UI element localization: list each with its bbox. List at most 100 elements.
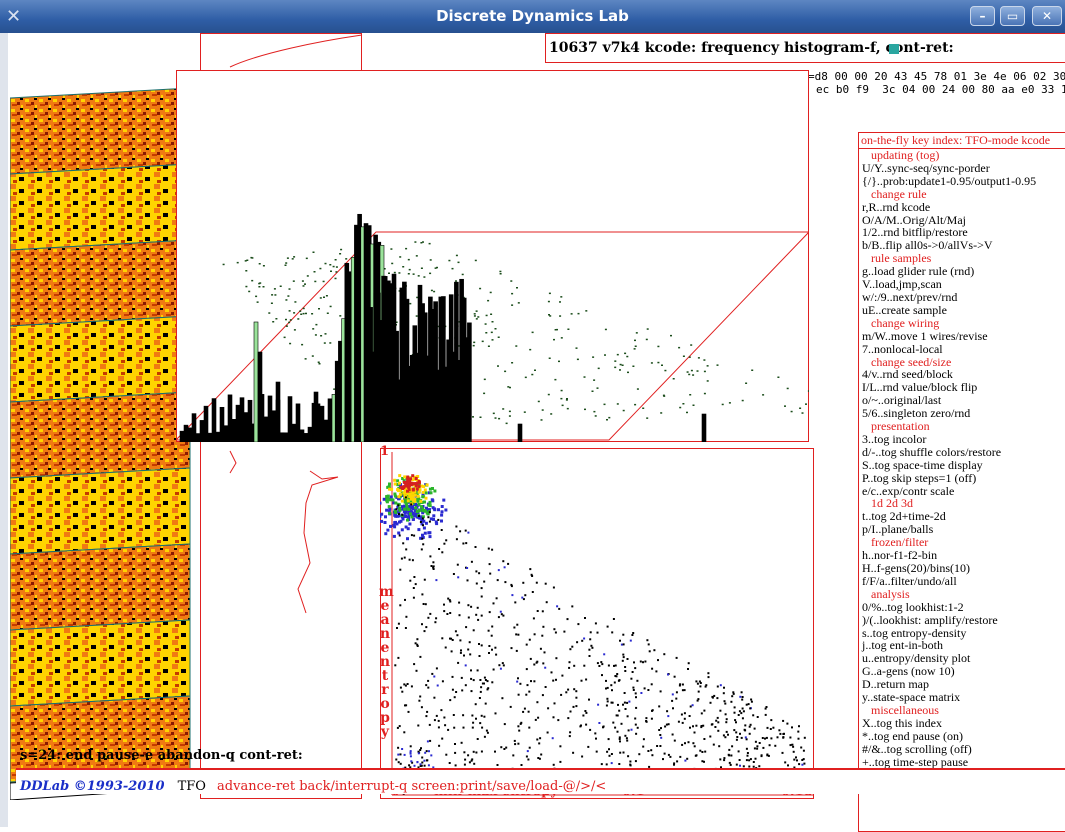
key-index-item[interactable]: {/}..prob:update1-0.95/output1-0.95 <box>859 174 1065 188</box>
scatter-point <box>393 492 397 496</box>
scatter-point <box>694 754 697 757</box>
scatter-point <box>411 488 415 492</box>
scatter-point <box>519 682 522 685</box>
scatter-point <box>440 505 444 508</box>
scatter-point <box>642 661 644 664</box>
histogram-point <box>398 272 401 274</box>
key-index-item[interactable]: *..tog end pause (on) <box>859 729 1065 743</box>
key-index-item[interactable]: r,R..rnd kcode <box>859 200 1065 214</box>
histogram-point <box>288 321 291 324</box>
scatter-point <box>464 684 467 687</box>
scatter-point <box>716 697 719 700</box>
scatter-point <box>630 728 633 731</box>
scatter-point <box>765 736 768 739</box>
scatter-point <box>428 531 432 535</box>
key-index-item[interactable]: uE..create sample <box>859 303 1065 317</box>
key-index-item[interactable]: 3..tog incolor <box>859 433 1065 446</box>
scatter-point <box>568 735 571 738</box>
key-index-item[interactable]: S..tog space-time display <box>859 458 1065 472</box>
key-index-item[interactable]: )/(..lookhist: amplify/restore <box>859 613 1065 627</box>
scatter-point <box>784 761 787 764</box>
key-index-item[interactable]: d/-..tog shuffle colors/restore <box>859 445 1065 459</box>
histogram-point <box>487 345 490 347</box>
scatter-point <box>449 600 452 603</box>
scatter-point <box>717 729 720 732</box>
histogram-point <box>594 415 597 417</box>
histogram-point <box>312 251 315 253</box>
scatter-point <box>388 511 391 515</box>
scatter-point <box>612 618 615 620</box>
scatter-point <box>464 529 467 532</box>
histogram-point <box>291 258 294 260</box>
histogram-point <box>287 295 290 297</box>
key-index-section-heading: analysis <box>871 586 910 601</box>
scatter-point <box>741 717 744 720</box>
scatter-point <box>739 732 741 735</box>
scatter-point <box>419 763 422 766</box>
histogram-point <box>222 263 225 266</box>
key-index-item[interactable]: X..tog this index <box>859 716 1065 730</box>
scatter-point <box>647 689 650 691</box>
key-index-item[interactable]: 0/%..tog lookhist:1-2 <box>859 600 1065 614</box>
key-index-item[interactable]: U/Y..sync-seq/sync-porder <box>859 162 1065 175</box>
histogram-point <box>497 336 500 338</box>
histogram-point <box>686 371 689 373</box>
histogram-point <box>799 407 802 409</box>
scatter-point <box>740 736 743 739</box>
histogram-point <box>334 259 337 261</box>
histogram-point <box>548 357 551 359</box>
scatter-point <box>633 661 635 664</box>
key-index-item[interactable]: +..tog time-step pause <box>859 755 1065 769</box>
scatter-point <box>528 690 531 693</box>
scatter-point <box>480 595 483 598</box>
scatter-point <box>419 521 422 523</box>
histogram-point <box>300 313 303 315</box>
histogram-point <box>547 300 550 303</box>
scatter-point <box>712 743 715 746</box>
minimize-button[interactable]: – <box>970 6 995 26</box>
histogram-bar <box>701 413 707 442</box>
key-index-item[interactable]: H..f-gens(20)/bins(10) <box>859 562 1065 575</box>
scatter-point <box>524 594 527 597</box>
scatter-point <box>703 709 706 712</box>
scatter-point <box>472 721 475 724</box>
histogram-bar <box>307 426 313 442</box>
scatter-point <box>422 526 426 530</box>
scatter-point <box>645 720 648 723</box>
histogram-point <box>255 295 258 298</box>
scatter-point <box>556 605 559 608</box>
scatter-point <box>639 660 642 663</box>
scatter-point <box>619 751 622 754</box>
histogram-point <box>334 277 337 280</box>
key-index-item[interactable]: P..tog skip steps=1 (off) <box>859 471 1065 485</box>
scatter-point <box>461 689 464 692</box>
footer-commands[interactable]: advance-ret back/interrupt-q screen:prin… <box>217 779 606 794</box>
ddlab-canvas[interactable]: 10637 v7k4 kcode: frequency histogram-f,… <box>0 33 1065 832</box>
scatter-point <box>631 671 634 673</box>
scatter-point <box>478 697 481 699</box>
maximize-button[interactable]: ▭ <box>1000 6 1025 26</box>
key-index-item[interactable]: w/:/9..next/prev/rnd <box>859 291 1065 304</box>
key-index-item[interactable]: #/&..tog scrolling (off) <box>859 742 1065 756</box>
close-button[interactable]: ✕ <box>1032 6 1062 26</box>
scatter-point <box>553 702 556 705</box>
scatter-point <box>428 520 431 523</box>
histogram-point <box>485 332 488 334</box>
key-index-item[interactable]: f/F/a..filter/undo/all <box>859 575 1065 588</box>
scatter-point <box>467 604 470 607</box>
scatter-point <box>402 542 405 545</box>
scatter-point <box>398 481 401 485</box>
key-index-section-heading: updating (tog) <box>871 148 940 162</box>
scatter-point <box>602 726 604 729</box>
scatter-point <box>741 707 744 710</box>
key-index-item[interactable]: 7..nonlocal-local <box>859 342 1065 356</box>
key-index-item[interactable]: m/W..move 1 wires/revise <box>859 329 1065 343</box>
scatter-point <box>459 530 462 533</box>
window-titlebar[interactable]: ✕ Discrete Dynamics Lab – ▭ ✕ <box>0 0 1065 33</box>
histogram-point <box>293 329 296 331</box>
histogram-point <box>554 378 557 381</box>
scatter-point <box>409 752 412 755</box>
scatter-point <box>499 667 502 670</box>
histogram-bar <box>313 391 319 442</box>
scatter-point <box>400 499 404 503</box>
